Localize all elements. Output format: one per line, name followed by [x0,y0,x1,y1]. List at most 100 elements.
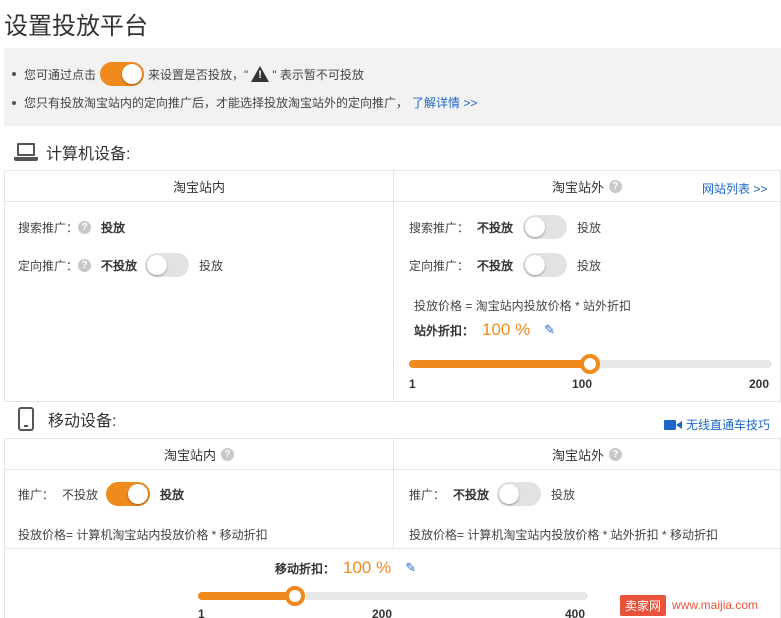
mobile-outside-promo-toggle[interactable] [497,482,542,506]
mobile-outside-promo-row: 推广： 不投放 投放 [409,482,575,506]
column-title: 淘宝站内 [163,447,216,463]
help-icon[interactable]: ? [78,258,92,272]
computer-inside-target-row: 定向推广： ? 不投放 投放 [18,253,223,277]
slider-max-label: 400 [565,607,586,618]
toggle-on-label: 投放 [577,258,602,273]
watermark-logo: 卖家网 [620,594,667,616]
slider-min-label: 1 [198,607,205,618]
computer-outside-slider[interactable] [409,354,772,374]
sample-toggle[interactable] [100,62,145,86]
help-icon[interactable]: ? [609,447,622,461]
toggle-knob [147,255,168,275]
help-icon[interactable]: ? [78,221,92,234]
mobile-discount-row: 移动折扣： 100 % ✎ [275,558,416,578]
notice-text: 您只有投放淘宝站内的定向推广后，才能选择投放淘宝站外的定向推广， [24,96,409,110]
mobile-discount-slider[interactable] [198,586,588,606]
notice-text: 来设置是否投放，" [148,67,249,82]
formula-text: 投放价格 = 淘宝站内投放价格 * 站外折扣 [414,299,632,313]
discount-label: 站外折扣： [414,323,475,338]
details-link[interactable]: 了解详情 >> [412,94,477,111]
notice-text: 您可通过点击 [24,67,97,82]
mobile-inside-formula: 投放价格= 计算机淘宝站内投放价格 * 移动折扣 [18,526,268,543]
notice-line-toggle-hint: 您可通过点击 来设置是否投放，" " 表示暂不可投放 [12,62,364,86]
video-icon [664,419,682,430]
row-label: 推广： [409,487,446,502]
computer-outside-search-toggle[interactable] [523,215,568,239]
discount-value: 100 % [482,320,531,339]
computer-inside-header: 淘宝站内 [5,171,393,202]
column-title: 淘宝站内 [172,179,225,195]
formula-text: 投放价格= 计算机淘宝站内投放价格 * 站外折扣 * 移动折扣 [409,528,719,542]
bullet [12,72,16,76]
mobile-outside-formula: 投放价格= 计算机淘宝站内投放价格 * 站外折扣 * 移动折扣 [409,526,718,543]
edit-pencil-icon[interactable]: ✎ [405,560,416,576]
slider-max-label: 200 [749,377,770,391]
computer-section-title: 计算机设备: [14,140,130,164]
mobile-inside-promo-row: 推广： 不投放 投放 [18,482,184,506]
toggle-knob [128,484,149,504]
computer-inside-search-row: 搜索推广： ? 投放 [18,219,125,236]
toggle-off-label: 不投放 [62,487,99,502]
computer-outside-search-row: 搜索推广： 不投放 投放 [409,215,601,239]
notice-line-details: 您只有投放淘宝站内的定向推广后，才能选择投放淘宝站外的定向推广， 了解详情 >> [12,94,477,111]
toggle-on-label: 投放 [551,487,576,502]
column-divider [393,170,394,402]
discount-value: 100 % [343,558,392,577]
section-label: 计算机设备: [46,146,131,163]
watermark-url: www.maijia.com [672,598,759,612]
slider-thumb[interactable] [579,354,600,374]
toggle-off-label: 不投放 [101,258,138,273]
toggle-knob [122,64,143,84]
computer-outside-target-row: 定向推广： 不投放 投放 [409,253,601,277]
row-divider [4,548,781,549]
notice-box: 您可通过点击 来设置是否投放，" " 表示暂不可投放 您只有投放淘宝站内的定向推… [4,48,781,126]
toggle-knob [499,484,520,504]
toggle-knob [525,255,546,275]
row-label: 定向推广： [409,258,470,273]
warning-icon [251,66,270,82]
slider-mid-label: 200 [372,607,393,618]
row-label: 推广： [18,487,55,502]
slider-mid-label: 100 [572,377,593,391]
bullet [12,100,16,105]
mobile-inside-promo-toggle[interactable] [106,482,151,506]
computer-outside-formula: 投放价格 = 淘宝站内投放价格 * 站外折扣 [414,297,631,314]
mobile-outside-header: 淘宝站外 ? [394,439,780,470]
mobile-inside-header: 淘宝站内 ? [5,439,393,470]
row-label: 搜索推广： [18,221,79,235]
wireless-tips-link[interactable]: 无线直通车技巧 [664,416,770,433]
column-title: 淘宝站外 [551,447,604,463]
computer-outside-target-toggle[interactable] [523,253,568,277]
site-list-link[interactable]: 网站列表 >> [702,180,767,197]
search-status: 投放 [101,221,126,235]
computer-outside-discount-row: 站外折扣： 100 % ✎ [414,320,555,340]
mobile-section-title: 移动设备: [18,407,116,431]
toggle-off-label: 不投放 [453,487,490,502]
slider-fill [198,592,295,600]
toggle-off-label: 不投放 [477,258,514,273]
section-label: 移动设备: [48,413,117,430]
slider-min-label: 1 [409,377,416,391]
slider-fill [409,360,590,368]
toggle-on-label: 投放 [577,220,602,235]
slider-thumb[interactable] [284,586,305,606]
row-label: 定向推广： [18,258,79,273]
help-icon[interactable]: ? [609,179,622,193]
notice-text: " 表示暂不可投放 [272,67,364,82]
link-text: 无线直通车技巧 [686,418,771,432]
computer-inside-target-toggle[interactable] [145,253,190,277]
discount-label: 移动折扣： [275,561,336,576]
row-label: 搜索推广： [409,220,470,235]
toggle-on-label: 投放 [160,487,185,502]
column-title: 淘宝站外 [551,179,604,195]
toggle-knob [525,217,546,237]
toggle-off-label: 不投放 [477,220,514,235]
help-icon[interactable]: ? [221,447,234,461]
phone-icon [18,407,34,431]
formula-text: 投放价格= 计算机淘宝站内投放价格 * 移动折扣 [18,528,268,542]
toggle-on-label: 投放 [199,258,224,273]
page-title: 设置投放平台 [4,13,148,40]
laptop-icon [14,142,38,162]
edit-pencil-icon[interactable]: ✎ [544,322,555,338]
watermark: 卖家网 www.maijia.com [620,594,778,616]
